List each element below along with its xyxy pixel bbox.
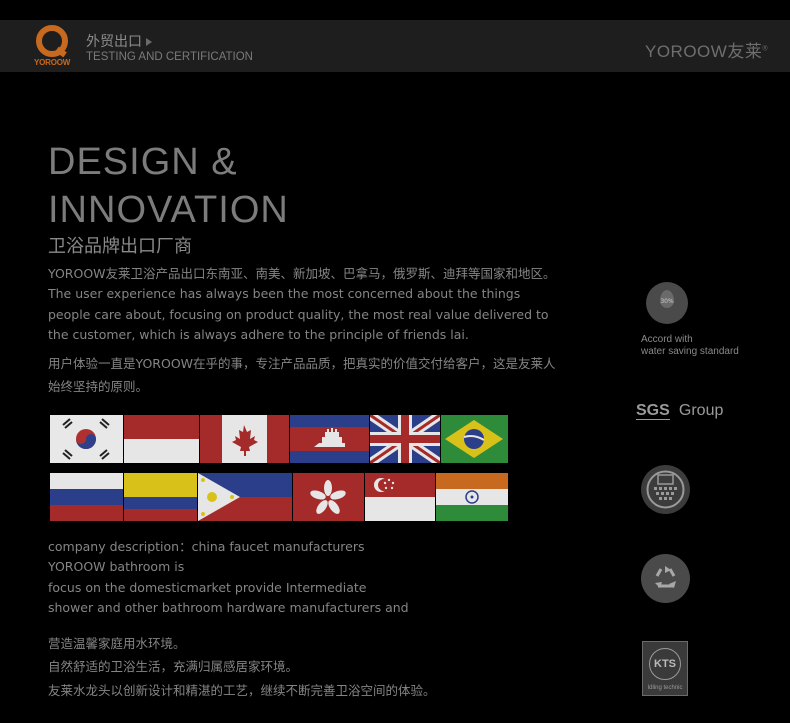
- water-text-2: water saving standard: [641, 346, 739, 357]
- flag-singapore: [365, 473, 435, 521]
- flag-brazil-icon: [441, 415, 508, 463]
- intro-en-3: the customer, which is always adhere to …: [48, 327, 469, 342]
- company-4: shower and other bathroom hardware manuf…: [48, 600, 409, 615]
- brand-text: YOROOW友莱: [644, 42, 763, 61]
- flag-hong-kong-icon: [293, 473, 364, 521]
- section-subtitle: TESTING AND CERTIFICATION: [86, 51, 253, 63]
- flag-singapore-icon: [365, 473, 435, 521]
- kts-caption: Idling technic: [647, 685, 683, 691]
- flag-colombia-icon: [124, 473, 197, 521]
- intro-en-2: people care about, focusing on product q…: [48, 307, 549, 322]
- flag-philippines: [198, 473, 292, 521]
- closing-2: 自然舒适的卫浴生活，充满归属感居家环境。: [48, 659, 299, 674]
- intro-en-1: The user experience has always been the …: [48, 286, 521, 301]
- sgs-group-text: Group: [678, 402, 724, 419]
- water-badge-text: 30%: [660, 298, 674, 305]
- flag-philippines-icon: [198, 473, 292, 521]
- flag-united-kingdom: [370, 415, 440, 463]
- sgs-group-logo: SGS Group: [636, 400, 756, 420]
- flag-india-icon: [436, 473, 508, 521]
- sgs-logo-text: SGS: [636, 402, 670, 420]
- flag-cambodia-icon: [290, 415, 369, 463]
- flag-canada: [200, 415, 289, 463]
- section-title: 外贸出口: [86, 31, 152, 51]
- user-cn-1: 用户体验一直是YOROOW在乎的事，专注产品品质，把真实的价值交付给客户，这是友…: [48, 356, 556, 371]
- recycle-icon: [641, 554, 690, 603]
- section-title-text: 外贸出口: [86, 34, 142, 50]
- flag-united-kingdom-icon: [370, 415, 440, 463]
- flag-canada-icon: [200, 415, 289, 463]
- flag-india: [436, 473, 508, 521]
- company-2: YOROOW bathroom is: [48, 559, 185, 574]
- flag-russia-icon: [50, 473, 123, 521]
- company-1: company description：china faucet manufac…: [48, 539, 365, 554]
- top-bar: YOROOW 外贸出口 TESTING AND CERTIFICATION YO…: [0, 20, 790, 72]
- page-heading: DESIGN & INNOVATION: [48, 141, 289, 231]
- water-text-1: Accord with: [641, 334, 693, 345]
- flag-hong-kong: [293, 473, 364, 521]
- grid-filter-icon: [641, 465, 690, 514]
- logo-text: YOROOW: [34, 58, 71, 67]
- registered-mark: ®: [762, 45, 768, 53]
- flag-cambodia: [290, 415, 369, 463]
- water-saving-badge: 30% Accord with water saving standard: [641, 282, 771, 358]
- flag-colombia: [124, 473, 197, 521]
- flag-south-korea-icon: [62, 418, 110, 460]
- closing-1: 营造温馨家庭用水环境。: [48, 636, 186, 651]
- page-subheading: 卫浴品牌出口厂商: [48, 236, 192, 257]
- company-3: focus on the domesticmarket provide Inte…: [48, 580, 367, 595]
- flag-south-korea: [50, 415, 123, 463]
- user-cn-2: 始终坚持的原则。: [48, 379, 149, 394]
- flag-brazil: [441, 415, 508, 463]
- flag-indonesia-icon: [124, 415, 199, 463]
- kts-logo: KTS Idling technic: [642, 641, 688, 696]
- arrow-right-icon: [146, 38, 152, 46]
- water-drop-icon: 30%: [646, 282, 688, 324]
- flag-indonesia: [124, 415, 199, 463]
- brand-logo[interactable]: YOROOW友莱®: [645, 37, 768, 62]
- yoroow-logo[interactable]: YOROOW: [34, 25, 74, 69]
- recycle-icon-svg: [655, 566, 676, 588]
- flag-russia: [50, 473, 123, 521]
- kts-logo-text: KTS: [649, 648, 681, 680]
- closing-3: 友莱水龙头以创新设计和精湛的工艺，继续不断完善卫浴空间的体验。: [48, 683, 436, 698]
- intro-cn: YOROOW友莱卫浴产品出口东南亚、南美、新加坡、巴拿马，俄罗斯、迪拜等国家和地…: [48, 266, 556, 281]
- grid-filter-icon-svg: [646, 470, 685, 509]
